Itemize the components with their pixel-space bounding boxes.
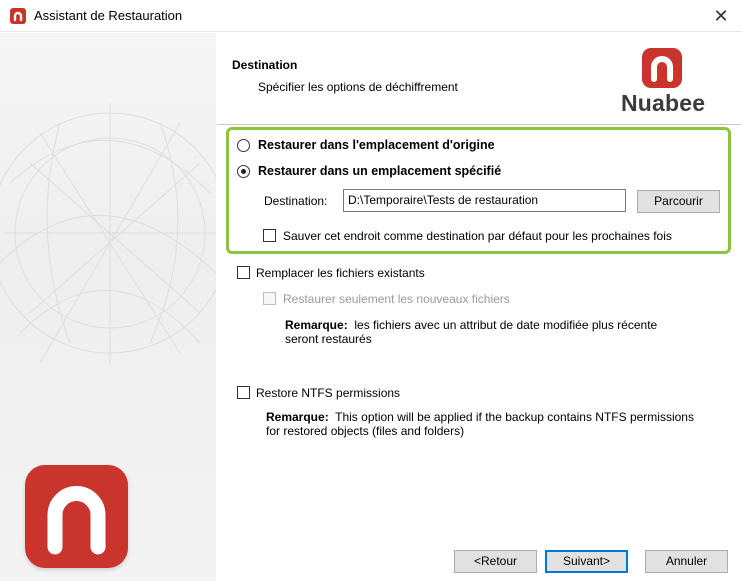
replace-existing-label[interactable]: Remplacer les fichiers existants [256, 266, 425, 280]
remark-replace-line1: les fichiers avec un attribut de date mo… [354, 318, 658, 332]
cancel-button[interactable]: Annuler [645, 550, 728, 573]
ntfs-permissions-label[interactable]: Restore NTFS permissions [256, 386, 400, 400]
close-button[interactable]: ✕ [701, 0, 741, 32]
back-button[interactable]: <Retour [454, 550, 537, 573]
destination-input[interactable]: D:\Temporaire\Tests de restauration [343, 189, 626, 212]
save-default-label[interactable]: Sauver cet endroit comme destination par… [283, 229, 672, 243]
side-banner [0, 33, 216, 581]
restore-specified-label[interactable]: Restaurer dans un emplacement spécifié [258, 164, 501, 178]
only-newer-label: Restaurer seulement les nouveaux fichier… [283, 292, 510, 306]
remark-ntfs-line2: for restored objects (files and folders) [266, 424, 465, 438]
close-icon: ✕ [713, 6, 729, 26]
remark-replace-line2: seront restaurés [285, 332, 372, 346]
brand-logo: Nuabee [618, 48, 718, 120]
replace-existing-checkbox[interactable] [237, 266, 250, 279]
page-subtitle: Spécifier les options de déchiffrement [258, 80, 458, 94]
title-bar: Assistant de Restauration ✕ [0, 0, 741, 32]
browse-button[interactable]: Parcourir [637, 190, 720, 213]
save-default-checkbox[interactable] [263, 229, 276, 242]
page-title: Destination [232, 58, 298, 72]
restore-original-radio[interactable] [237, 139, 250, 152]
remark-replace-title: Remarque: [285, 318, 348, 332]
window-title: Assistant de Restauration [34, 8, 183, 23]
restore-specified-radio[interactable] [237, 165, 250, 178]
restore-original-label[interactable]: Restaurer dans l'emplacement d'origine [258, 138, 495, 152]
remark-replace: Remarque: les fichiers avec un attribut … [285, 318, 725, 346]
app-logo-icon [10, 8, 26, 24]
next-button[interactable]: Suivant> [545, 550, 628, 573]
nuabee-logo-icon [642, 48, 682, 88]
remark-ntfs-title: Remarque: [266, 410, 329, 424]
nuabee-big-logo-icon [25, 465, 128, 568]
brand-name: Nuabee [621, 90, 706, 116]
header-divider [217, 124, 741, 125]
remark-ntfs-line1: This option will be applied if the backu… [335, 410, 694, 424]
remark-ntfs: Remarque: This option will be applied if… [266, 410, 736, 438]
destination-label: Destination: [264, 194, 328, 208]
only-newer-checkbox [263, 292, 276, 305]
ntfs-permissions-checkbox[interactable] [237, 386, 250, 399]
